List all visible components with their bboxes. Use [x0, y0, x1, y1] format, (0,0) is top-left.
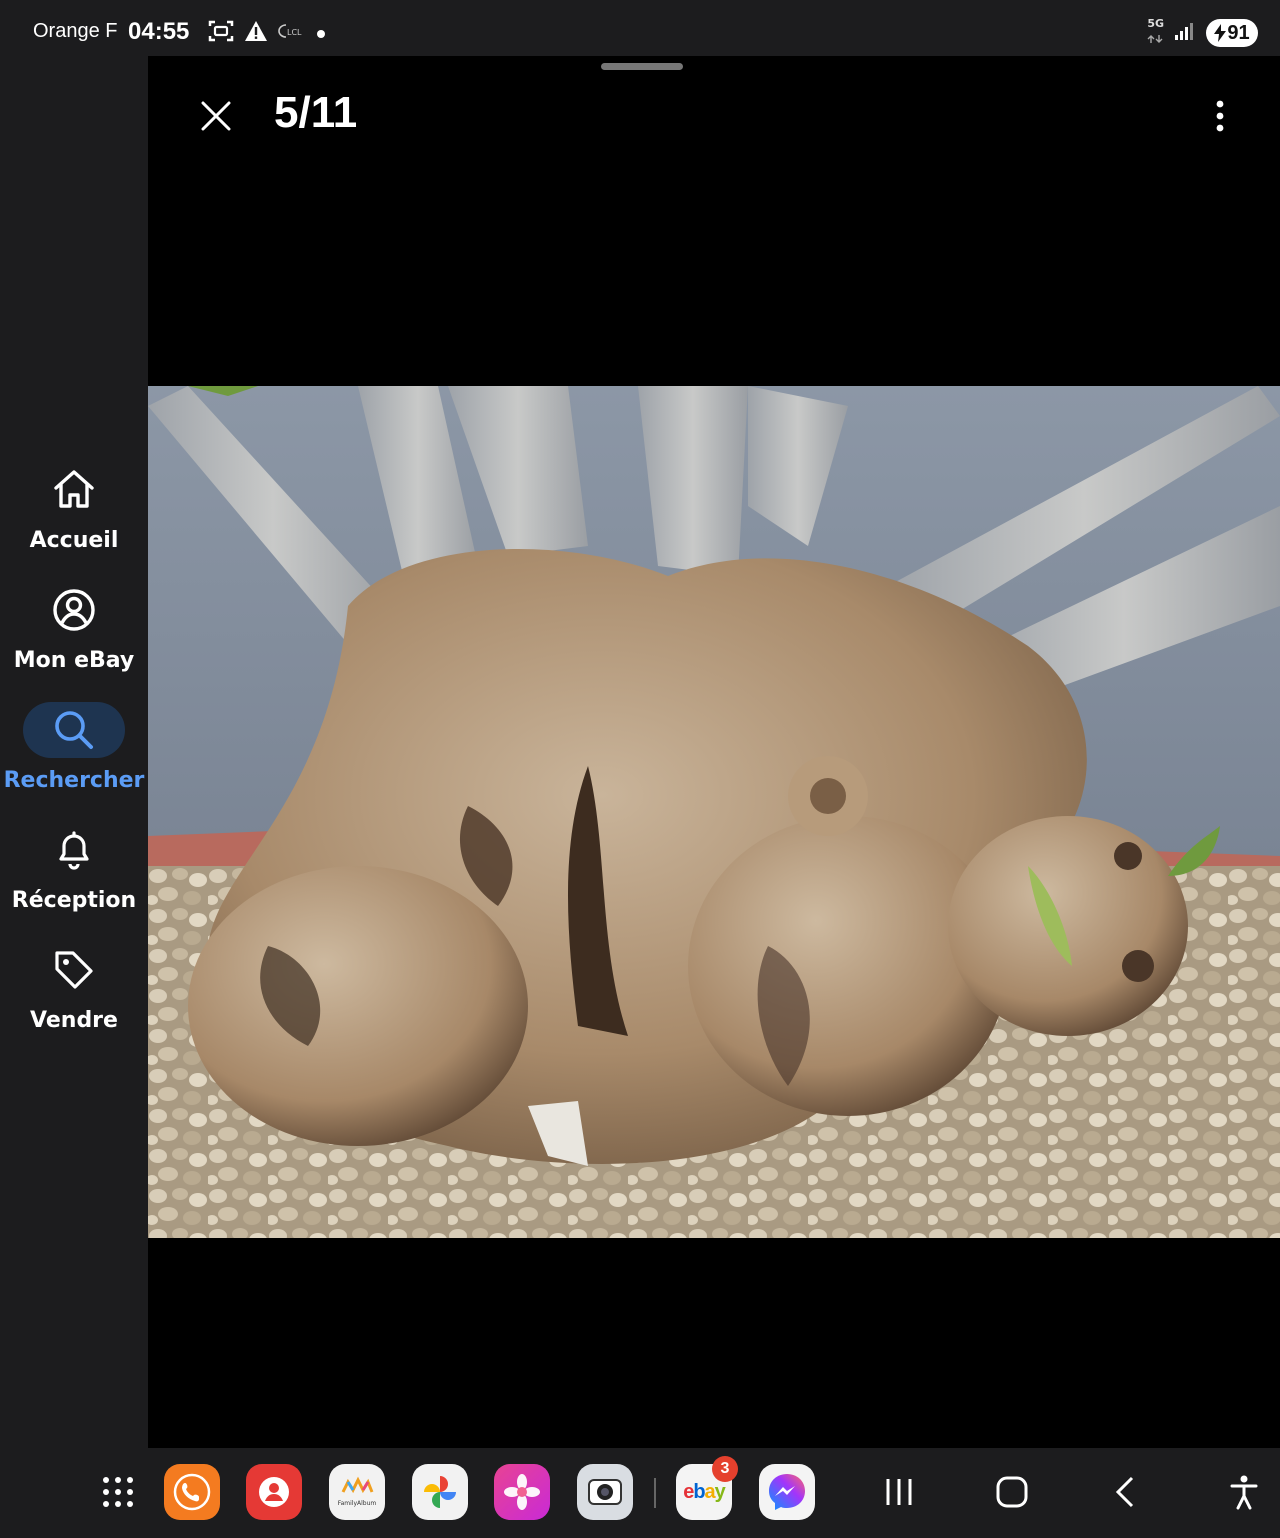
ebay-app-icon[interactable]: ebay 3 [676, 1456, 738, 1520]
contacts-app-icon[interactable] [246, 1464, 302, 1520]
close-icon [201, 101, 231, 131]
family-album-app-icon[interactable]: FamilyAlbum [329, 1464, 385, 1520]
camera-app-icon[interactable] [577, 1464, 633, 1520]
svg-text:FamilyAlbum: FamilyAlbum [338, 1500, 377, 1507]
recents-button[interactable] [871, 1464, 927, 1520]
nav-item-reception[interactable]: Réception [0, 822, 148, 932]
clock: 04:55 [128, 18, 190, 45]
status-bar: Orange F 04:55 LCL 5G 91 [0, 0, 1280, 56]
network-indicator: 5G [1147, 18, 1164, 48]
apps-grid-icon[interactable] [90, 1464, 146, 1520]
charging-icon [1214, 24, 1227, 42]
warning-icon [244, 20, 268, 46]
gallery-app-icon[interactable] [494, 1464, 550, 1520]
nav-label: Rechercher [3, 768, 145, 793]
nav-label: Mon eBay [13, 648, 135, 673]
battery-level: 91 [1227, 21, 1250, 44]
messenger-app-icon[interactable] [759, 1464, 815, 1520]
google-photos-app-icon[interactable] [412, 1464, 468, 1520]
battery-indicator: 91 [1206, 19, 1258, 47]
notification-badge: 3 [712, 1456, 738, 1482]
svg-text:LCL: LCL [287, 28, 302, 37]
search-icon [23, 702, 125, 758]
lcl-app-icon: LCL [278, 21, 306, 45]
notification-dot-icon [316, 24, 326, 43]
image-viewer: 5/11 [148, 56, 1280, 1448]
account-icon [44, 582, 104, 638]
home-button[interactable] [984, 1464, 1040, 1520]
more-options-button[interactable] [1200, 92, 1240, 140]
notification-icons: LCL [208, 20, 326, 46]
nav-label: Réception [11, 888, 137, 913]
close-button[interactable] [192, 92, 240, 140]
signal-icon [1174, 21, 1196, 45]
home-icon [44, 462, 104, 518]
screenshot-icon [208, 19, 234, 47]
navigation-rail: Accueil Mon eBay Rechercher Réception Ve… [0, 56, 148, 1448]
bell-icon [44, 822, 104, 878]
more-vert-icon [1216, 100, 1224, 132]
image-counter: 5/11 [274, 88, 358, 137]
tag-icon [44, 942, 104, 998]
nav-label: Accueil [29, 528, 119, 553]
carrier-label: Orange F [33, 20, 118, 42]
system-indicators: 5G 91 [1147, 18, 1258, 48]
nav-item-rechercher[interactable]: Rechercher [0, 702, 148, 812]
data-arrows-icon [1147, 35, 1163, 43]
bonsai-caudex-photo[interactable] [148, 386, 1280, 1238]
nav-item-mon-ebay[interactable]: Mon eBay [0, 582, 148, 692]
nav-item-vendre[interactable]: Vendre [0, 942, 148, 1052]
accessibility-button[interactable] [1216, 1464, 1272, 1520]
phone-app-icon[interactable] [164, 1464, 220, 1520]
taskbar: FamilyAlbum ebay 3 [0, 1448, 1280, 1538]
back-button[interactable] [1097, 1464, 1153, 1520]
nav-item-accueil[interactable]: Accueil [0, 462, 148, 572]
taskbar-divider [654, 1478, 656, 1508]
ebay-logo: ebay [683, 1480, 726, 1503]
drag-handle[interactable] [601, 63, 683, 70]
nav-label: Vendre [30, 1008, 118, 1033]
